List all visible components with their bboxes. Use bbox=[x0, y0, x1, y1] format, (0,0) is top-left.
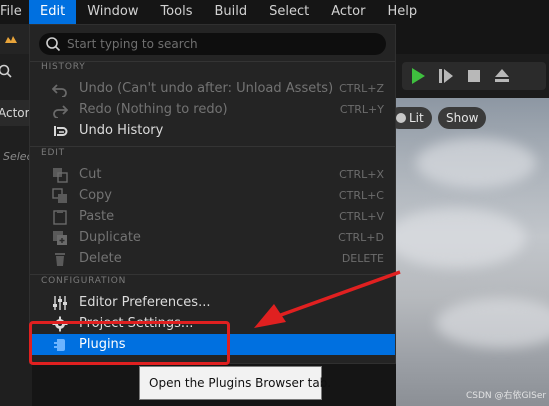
show-flags-button[interactable]: Show bbox=[438, 107, 487, 129]
outliner-search-icon[interactable] bbox=[0, 64, 12, 78]
menu-entry-redo[interactable]: Redo (Nothing to redo) CTRL+Y bbox=[30, 99, 395, 120]
section-header-edit: EDIT bbox=[41, 148, 65, 158]
menu-search-box[interactable] bbox=[39, 33, 386, 55]
menu-file[interactable]: File bbox=[0, 0, 29, 24]
menu-entry-shortcut: CTRL+D bbox=[338, 231, 384, 244]
menu-tools[interactable]: Tools bbox=[149, 0, 203, 24]
undo-history-icon bbox=[54, 126, 68, 136]
mode-select-icon[interactable] bbox=[4, 34, 18, 44]
menu-entry-label: Redo (Nothing to redo) bbox=[79, 102, 228, 117]
menu-entry-undo[interactable]: Undo (Can't undo after: Unload Assets) C… bbox=[30, 78, 395, 99]
paste-icon bbox=[53, 210, 67, 225]
menu-entry-label: Duplicate bbox=[79, 230, 141, 245]
menu-entry-shortcut: CTRL+V bbox=[339, 210, 384, 223]
annotation-arrow bbox=[254, 270, 401, 328]
view-mode-label: Lit bbox=[409, 111, 424, 125]
menu-help[interactable]: Help bbox=[376, 0, 428, 24]
level-viewport[interactable] bbox=[396, 98, 549, 406]
menu-search-input[interactable] bbox=[65, 36, 369, 52]
search-icon bbox=[46, 37, 61, 52]
menu-entry-shortcut: CTRL+C bbox=[338, 189, 384, 202]
sliders-icon bbox=[53, 296, 67, 310]
menu-select[interactable]: Select bbox=[258, 0, 320, 24]
menu-entry-shortcut: DELETE bbox=[341, 252, 384, 265]
cut-icon bbox=[53, 168, 68, 183]
copy-icon bbox=[52, 188, 67, 203]
actors-tab[interactable]: Actors bbox=[0, 100, 32, 126]
menu-entry-label: Undo (Can't undo after: Unload Assets) bbox=[79, 81, 334, 96]
menu-build[interactable]: Build bbox=[203, 0, 258, 24]
stop-icon bbox=[468, 70, 480, 82]
duplicate-icon bbox=[53, 231, 67, 245]
menu-entry-label: Paste bbox=[79, 209, 115, 224]
left-panel bbox=[0, 24, 32, 406]
menu-edit[interactable]: Edit bbox=[29, 0, 77, 24]
annotation-highlight-box bbox=[29, 321, 230, 365]
play-icon bbox=[412, 68, 425, 84]
outliner-hint: Selec bbox=[3, 150, 32, 163]
menu-entry-cut[interactable]: Cut CTRL+X bbox=[30, 164, 395, 185]
menu-entry-label: Delete bbox=[79, 251, 122, 266]
play-controls bbox=[402, 62, 546, 90]
play-button[interactable] bbox=[406, 64, 430, 88]
menu-entry-duplicate[interactable]: Duplicate CTRL+D bbox=[30, 227, 395, 248]
menu-window[interactable]: Window bbox=[76, 0, 149, 24]
delete-icon bbox=[55, 253, 65, 266]
menu-entry-shortcut: CTRL+Y bbox=[339, 103, 384, 116]
menubar: File Edit Window Tools Build Select Acto… bbox=[0, 0, 549, 24]
section-header-history: HISTORY bbox=[41, 62, 86, 72]
menu-entry-label: Undo History bbox=[79, 123, 164, 138]
advance-frame-button[interactable] bbox=[434, 64, 458, 88]
stop-button[interactable] bbox=[462, 64, 486, 88]
menu-entry-shortcut: CTRL+Z bbox=[339, 82, 384, 95]
section-header-configuration: CONFIGURATION bbox=[41, 276, 127, 286]
menu-entry-paste[interactable]: Paste CTRL+V bbox=[30, 206, 395, 227]
menu-actor[interactable]: Actor bbox=[320, 0, 376, 24]
watermark: CSDN @右依GISer bbox=[466, 391, 547, 401]
tooltip: Open the Plugins Browser tab. bbox=[139, 366, 331, 400]
menu-entry-delete[interactable]: Delete DELETE bbox=[30, 248, 395, 269]
eject-button[interactable] bbox=[490, 64, 514, 88]
menu-entry-undo-history[interactable]: Undo History bbox=[30, 120, 395, 141]
redo-icon bbox=[53, 105, 68, 118]
eject-icon bbox=[495, 69, 509, 82]
undo-icon bbox=[52, 84, 67, 97]
menu-entry-label: Cut bbox=[79, 167, 102, 182]
menu-entry-shortcut: CTRL+X bbox=[339, 168, 384, 181]
view-mode-icon bbox=[396, 113, 406, 123]
menu-entry-label: Editor Preferences... bbox=[79, 295, 211, 310]
advance-frame-icon bbox=[439, 69, 453, 83]
menu-entry-label: Copy bbox=[79, 188, 112, 203]
menu-entry-copy[interactable]: Copy CTRL+C bbox=[30, 185, 395, 206]
